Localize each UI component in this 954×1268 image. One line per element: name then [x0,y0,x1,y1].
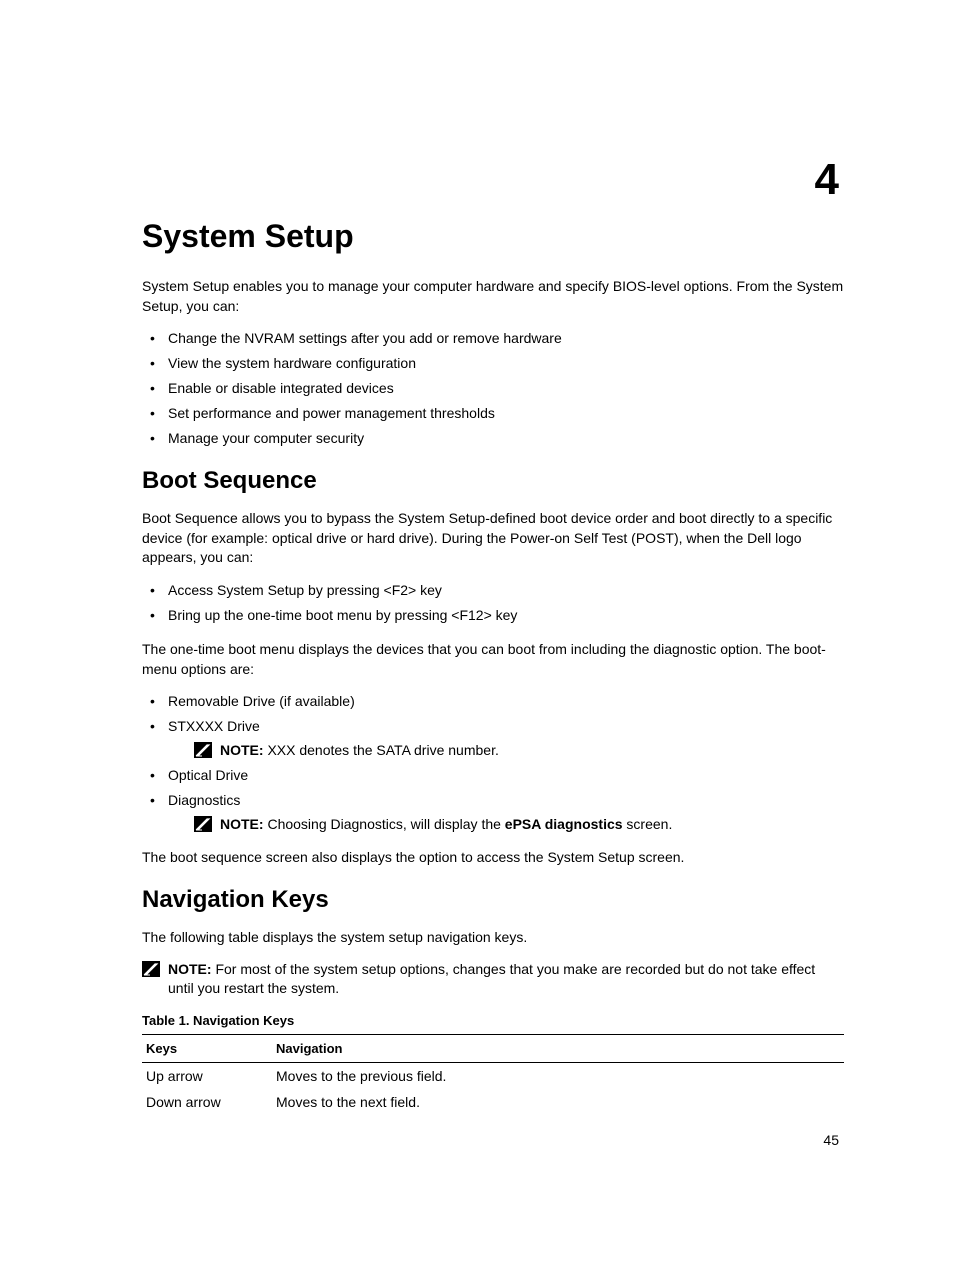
note-icon [194,742,212,758]
note-body-after: screen. [623,816,673,832]
table-header-navigation: Navigation [272,1034,844,1062]
boot-sequence-closing: The boot sequence screen also displays t… [142,848,844,868]
page-content: 4 System Setup System Setup enables you … [0,0,954,1268]
list-item: Change the NVRAM settings after you add … [142,328,844,349]
table-row: Down arrow Moves to the next field. [142,1089,844,1115]
list-item-label: STXXXX Drive [168,718,260,734]
note-block: NOTE: Choosing Diagnostics, will display… [168,815,844,835]
note-text: NOTE: For most of the system setup optio… [168,960,844,999]
note-body-before: Choosing Diagnostics, will display the [264,816,505,832]
table-header-keys: Keys [142,1034,272,1062]
list-item: Set performance and power management thr… [142,403,844,424]
boot-options-list: Removable Drive (if available) STXXXX Dr… [142,691,844,834]
list-item-label: Diagnostics [168,792,240,808]
table-cell-nav: Moves to the next field. [272,1089,844,1115]
table-cell-key: Down arrow [142,1089,272,1115]
table-cell-key: Up arrow [142,1062,272,1089]
list-item: Bring up the one-time boot menu by press… [142,605,844,626]
note-icon [142,961,160,977]
list-item: Removable Drive (if available) [142,691,844,712]
note-text: NOTE: Choosing Diagnostics, will display… [220,815,672,835]
note-label: NOTE: [220,816,264,832]
list-item: View the system hardware configuration [142,353,844,374]
boot-sequence-title: Boot Sequence [142,467,844,495]
note-block: NOTE: For most of the system setup optio… [142,960,844,999]
note-block: NOTE: XXX denotes the SATA drive number. [168,741,844,761]
page-number: 45 [823,1132,839,1148]
table-cell-nav: Moves to the previous field. [272,1062,844,1089]
note-bold: ePSA diagnostics [505,816,623,832]
list-item: Manage your computer security [142,428,844,449]
table-title: Table 1. Navigation Keys [142,1013,844,1028]
access-bullet-list: Access System Setup by pressing <F2> key… [142,580,844,626]
note-icon [194,816,212,832]
list-item: STXXXX Drive NOTE: XXX denotes the SATA … [142,716,844,761]
table-header-row: Keys Navigation [142,1034,844,1062]
boot-menu-intro: The one-time boot menu displays the devi… [142,640,844,679]
table-row: Up arrow Moves to the previous field. [142,1062,844,1089]
note-label: NOTE: [220,742,264,758]
note-text: NOTE: XXX denotes the SATA drive number. [220,741,499,761]
note-body: XXX denotes the SATA drive number. [264,742,499,758]
list-item: Diagnostics NOTE: Choosing Diagnostics, … [142,790,844,835]
list-item: Access System Setup by pressing <F2> key [142,580,844,601]
note-label: NOTE: [168,961,212,977]
intro-paragraph: System Setup enables you to manage your … [142,277,844,316]
navigation-keys-title: Navigation Keys [142,886,844,914]
intro-bullet-list: Change the NVRAM settings after you add … [142,328,844,449]
boot-sequence-intro: Boot Sequence allows you to bypass the S… [142,509,844,568]
page-title: System Setup [142,218,844,255]
navigation-keys-intro: The following table displays the system … [142,928,844,948]
note-body: For most of the system setup options, ch… [168,961,815,997]
list-item: Optical Drive [142,765,844,786]
chapter-number: 4 [815,155,839,205]
navigation-keys-table: Keys Navigation Up arrow Moves to the pr… [142,1034,844,1115]
list-item: Enable or disable integrated devices [142,378,844,399]
